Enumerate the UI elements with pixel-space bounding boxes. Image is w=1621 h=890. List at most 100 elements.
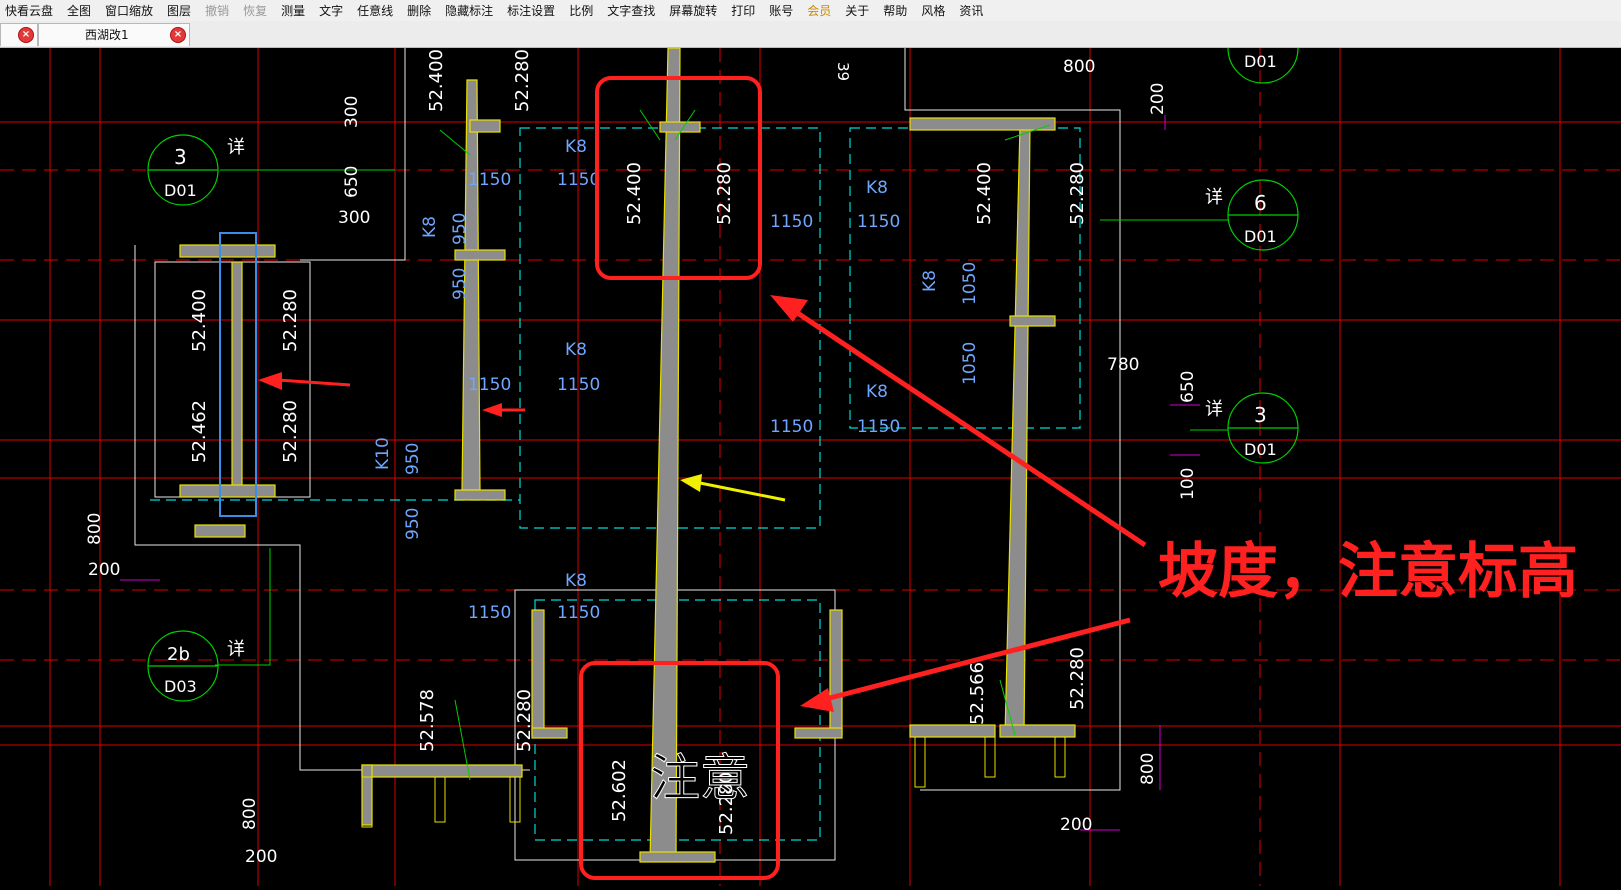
svg-text:52.400: 52.400 xyxy=(624,162,645,225)
svg-text:52.400: 52.400 xyxy=(189,289,210,352)
menu-item-20[interactable]: 风格 xyxy=(916,1,954,21)
svg-text:52.280: 52.280 xyxy=(280,289,301,352)
menu-item-12[interactable]: 比例 xyxy=(564,1,602,21)
menu-item-0[interactable]: 快看云盘 xyxy=(0,1,62,21)
svg-text:650: 650 xyxy=(342,166,362,198)
menu-item-18[interactable]: 关于 xyxy=(840,1,878,21)
cad-drawing[interactable]: 3 D01 2b D03 6 D01 3 D01 D01 详 详 详 详 52.… xyxy=(0,12,1621,886)
close-icon[interactable]: × xyxy=(18,27,34,43)
svg-text:52.400: 52.400 xyxy=(426,49,447,112)
menu-bar: 快看云盘 全图 窗口缩放 图层 撤销 恢复 测量 文字 任意线 删除 隐藏标注 标注设置 比例 文字查找屏… xyxy=(0,0,1621,22)
svg-text:200: 200 xyxy=(1060,815,1092,835)
menu-item-15[interactable]: 打印 xyxy=(726,1,764,21)
svg-text:780: 780 xyxy=(1107,355,1139,375)
svg-text:K8: K8 xyxy=(866,382,888,402)
svg-text:详: 详 xyxy=(1205,187,1223,208)
svg-text:D01: D01 xyxy=(1244,227,1277,246)
svg-text:1050: 1050 xyxy=(960,262,980,305)
menu-item-11[interactable]: 标注设置 xyxy=(502,1,564,21)
tab-active-drawing[interactable]: 西湖改1 × xyxy=(38,23,190,46)
svg-text:52.602: 52.602 xyxy=(609,759,630,822)
svg-text:详: 详 xyxy=(1205,399,1223,420)
svg-text:1150: 1150 xyxy=(857,212,900,232)
svg-text:3: 3 xyxy=(1254,403,1267,427)
svg-text:6: 6 xyxy=(1254,191,1267,215)
svg-text:1050: 1050 xyxy=(960,342,980,385)
svg-text:1150: 1150 xyxy=(770,212,813,232)
svg-text:650: 650 xyxy=(1178,371,1198,403)
axis-grid-dashed xyxy=(0,48,1621,886)
svg-text:1150: 1150 xyxy=(557,170,600,190)
watermark-text: 注意 xyxy=(650,749,750,807)
svg-text:1150: 1150 xyxy=(557,375,600,395)
svg-text:52.578: 52.578 xyxy=(417,689,438,752)
svg-text:52.400: 52.400 xyxy=(974,162,995,225)
tab-bar: × 西湖改1 × xyxy=(0,21,1621,48)
svg-text:详: 详 xyxy=(227,639,245,660)
axis-grid xyxy=(0,48,1621,886)
menu-item-3[interactable]: 图层 xyxy=(162,1,200,21)
menu-item-17[interactable]: 会员 xyxy=(802,1,840,21)
svg-text:950: 950 xyxy=(403,508,423,540)
menu-item-2[interactable]: 窗口缩放 xyxy=(100,1,162,21)
tab-blank[interactable]: × xyxy=(0,23,38,46)
svg-text:800: 800 xyxy=(85,513,105,545)
svg-text:K8: K8 xyxy=(565,571,587,591)
close-icon[interactable]: × xyxy=(170,27,186,43)
svg-text:300: 300 xyxy=(342,96,362,128)
svg-text:2b: 2b xyxy=(167,644,190,665)
svg-text:D03: D03 xyxy=(164,677,197,696)
menu-item-21[interactable]: 资讯 xyxy=(954,1,992,21)
tab-label: 西湖改1 xyxy=(85,28,129,42)
svg-text:1150: 1150 xyxy=(468,375,511,395)
menu-item-13[interactable]: 文字查找 xyxy=(602,1,664,21)
elevation-labels: 52.400 52.280 52.400 52.280 52.400 52.28… xyxy=(189,49,1088,835)
svg-text:1150: 1150 xyxy=(770,417,813,437)
svg-text:1150: 1150 xyxy=(468,170,511,190)
svg-text:52.280: 52.280 xyxy=(514,689,535,752)
svg-text:200: 200 xyxy=(245,847,277,867)
svg-text:300: 300 xyxy=(338,208,370,228)
svg-text:52.280: 52.280 xyxy=(1067,647,1088,710)
menu-item-19[interactable]: 帮助 xyxy=(878,1,916,21)
svg-text:39: 39 xyxy=(834,62,852,81)
menu-item-1[interactable]: 全图 xyxy=(62,1,100,21)
svg-text:D01: D01 xyxy=(164,181,197,200)
menu-item-4[interactable]: 撤销 xyxy=(200,1,238,21)
svg-text:1150: 1150 xyxy=(468,603,511,623)
svg-text:52.566: 52.566 xyxy=(967,662,988,725)
menu-item-5[interactable]: 恢复 xyxy=(238,1,276,21)
svg-text:800: 800 xyxy=(1063,57,1095,77)
svg-text:52.280: 52.280 xyxy=(1067,162,1088,225)
svg-text:800: 800 xyxy=(1138,753,1158,785)
svg-text:K8: K8 xyxy=(565,137,587,157)
menu-item-10[interactable]: 隐藏标注 xyxy=(440,1,502,21)
menu-item-8[interactable]: 任意线 xyxy=(352,1,402,21)
menu-item-7[interactable]: 文字 xyxy=(314,1,352,21)
svg-text:950: 950 xyxy=(403,443,423,475)
svg-text:100: 100 xyxy=(1178,468,1198,500)
svg-text:950: 950 xyxy=(450,213,470,245)
svg-text:1150: 1150 xyxy=(557,603,600,623)
svg-text:52.462: 52.462 xyxy=(189,400,210,463)
svg-text:800: 800 xyxy=(240,798,260,830)
drawing-canvas[interactable]: 3 D01 2b D03 6 D01 3 D01 D01 详 详 详 详 52.… xyxy=(0,12,1621,886)
svg-text:52.280: 52.280 xyxy=(280,400,301,463)
menu-item-9[interactable]: 删除 xyxy=(402,1,440,21)
svg-text:52.280: 52.280 xyxy=(714,162,735,225)
menu-item-16[interactable]: 账号 xyxy=(764,1,802,21)
svg-text:950: 950 xyxy=(450,268,470,300)
svg-text:K8: K8 xyxy=(420,216,440,238)
svg-text:详: 详 xyxy=(227,137,245,158)
svg-text:200: 200 xyxy=(1148,83,1168,115)
svg-text:D01: D01 xyxy=(1244,440,1277,459)
svg-text:K8: K8 xyxy=(866,178,888,198)
svg-text:K10: K10 xyxy=(373,437,393,470)
svg-text:200: 200 xyxy=(88,560,120,580)
svg-text:D01: D01 xyxy=(1244,52,1277,71)
svg-text:K8: K8 xyxy=(565,340,587,360)
svg-text:3: 3 xyxy=(174,145,187,169)
menu-item-14[interactable]: 屏幕旋转 xyxy=(664,1,726,21)
annotation-text: 坡度，注意标高 xyxy=(1158,537,1578,607)
menu-item-6[interactable]: 测量 xyxy=(276,1,314,21)
